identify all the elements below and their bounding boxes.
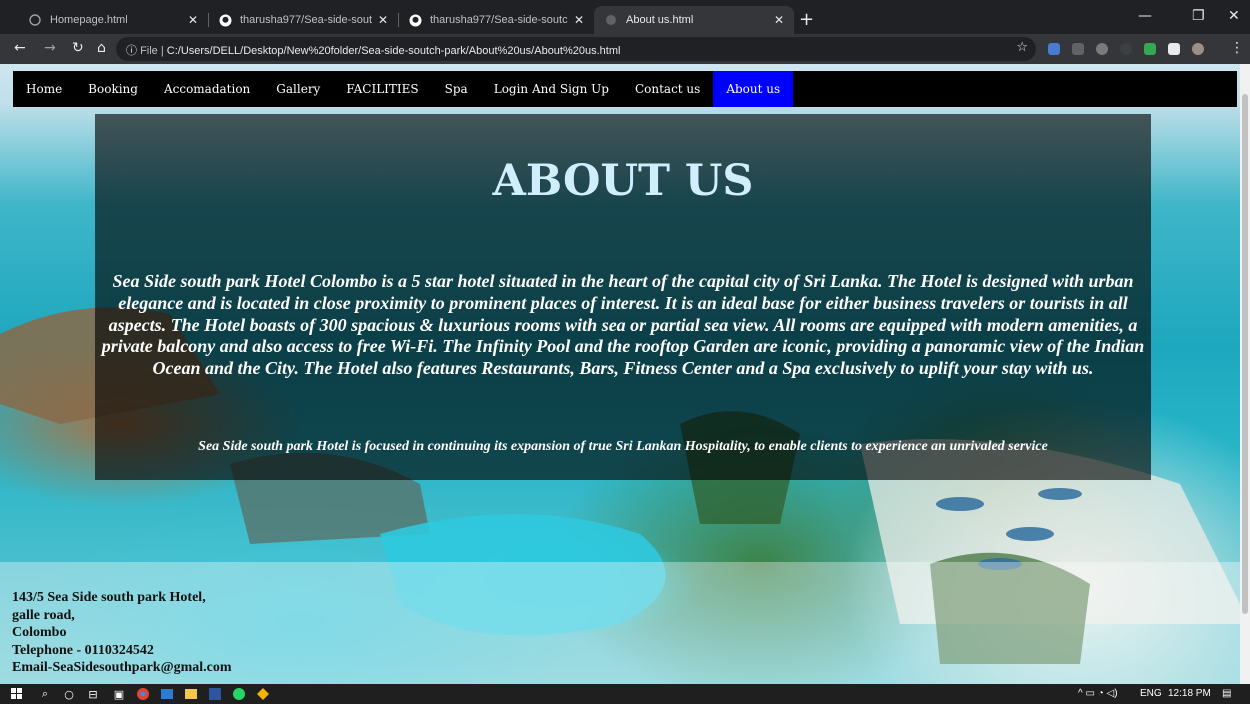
- about-description: Sea Side south park Hotel Colombo is a 5…: [101, 271, 1145, 379]
- windows-taskbar: ⌕ ○ ⊟ ▣ ^ ▭ ◔ ◁) ENG 12:18 PM ▤: [0, 684, 1250, 704]
- address-bar[interactable]: ⓘ File | C:/Users/DELL/Desktop/New%20fol…: [116, 37, 1036, 61]
- telephone: Telephone - 0110324542: [12, 642, 154, 658]
- nav-contact-us[interactable]: Contact us: [622, 71, 713, 107]
- nav-accomadation[interactable]: Accomadation: [151, 71, 263, 107]
- github-icon: [408, 13, 422, 27]
- page-icon: [28, 13, 42, 27]
- windows-start-icon[interactable]: [10, 687, 24, 701]
- nav-home[interactable]: Home: [13, 71, 75, 107]
- extension-icon[interactable]: [1120, 43, 1132, 55]
- extension-icon[interactable]: [1048, 43, 1060, 55]
- info-icon: ⓘ: [126, 45, 137, 57]
- scrollbar[interactable]: [1240, 64, 1250, 684]
- tab-title: tharusha977/Sea-side-soutch-pa: [430, 14, 568, 26]
- close-icon[interactable]: ✕: [378, 13, 388, 27]
- mail-icon[interactable]: [160, 687, 174, 701]
- site-navbar: Home Booking Accomadation Gallery FACILI…: [13, 71, 1237, 107]
- store-icon[interactable]: ▣: [112, 687, 126, 701]
- address-line: 143/5 Sea Side south park Hotel,: [12, 590, 206, 605]
- minimize-icon[interactable]: —: [1138, 8, 1152, 24]
- tab-title: tharusha977/Sea-side-soutch-pa: [240, 14, 372, 26]
- cortana-icon[interactable]: ○: [62, 687, 76, 701]
- avatar[interactable]: [1192, 43, 1204, 55]
- url-separator: |: [160, 45, 164, 57]
- chrome-icon[interactable]: [136, 687, 150, 701]
- github-icon: [218, 13, 232, 27]
- forward-icon[interactable]: →: [44, 40, 56, 56]
- extension-icon[interactable]: [1096, 43, 1108, 55]
- nav-login-signup[interactable]: Login And Sign Up: [481, 71, 622, 107]
- nav-gallery[interactable]: Gallery: [263, 71, 333, 107]
- tab-title: Homepage.html: [50, 14, 128, 26]
- puzzle-icon[interactable]: [1168, 43, 1180, 55]
- maximize-icon[interactable]: ❐: [1192, 8, 1205, 24]
- close-icon[interactable]: ✕: [574, 13, 584, 27]
- address-line: Colombo: [12, 625, 67, 640]
- app-icon[interactable]: [256, 687, 270, 701]
- nav-facilities[interactable]: FACILITIES: [333, 71, 431, 107]
- browser-tab-strip: Homepage.html ✕ tharusha977/Sea-side-sou…: [0, 0, 1250, 34]
- address-line: galle road,: [12, 607, 75, 623]
- footer-panel: 143/5 Sea Side south park Hotel, galle r…: [0, 562, 1250, 684]
- about-panel: ABOUT US Sea Side south park Hotel Colom…: [95, 114, 1151, 480]
- extension-icon[interactable]: [1144, 43, 1156, 55]
- about-focus-statement: Sea Side south park Hotel is focused in …: [198, 439, 1048, 454]
- notification-icon[interactable]: ▤: [1222, 688, 1231, 699]
- contact-info: 143/5 Sea Side south park Hotel, galle r…: [12, 589, 232, 677]
- url-path: C:/Users/DELL/Desktop/New%20folder/Sea-s…: [166, 45, 621, 57]
- language-indicator[interactable]: ENG: [1140, 688, 1162, 699]
- close-icon[interactable]: ✕: [188, 13, 198, 27]
- tab-github-1[interactable]: tharusha977/Sea-side-soutch-pa ✕: [208, 6, 398, 34]
- star-icon[interactable]: ☆: [1016, 40, 1028, 55]
- tab-about-us[interactable]: About us.html ✕: [594, 6, 794, 34]
- url-scheme: File: [140, 45, 158, 57]
- scrollbar-thumb[interactable]: [1242, 94, 1248, 614]
- back-icon[interactable]: ←: [14, 40, 26, 56]
- close-window-icon[interactable]: ✕: [1228, 8, 1240, 24]
- whatsapp-icon[interactable]: [232, 687, 246, 701]
- nav-booking[interactable]: Booking: [75, 71, 151, 107]
- page-icon: [604, 13, 618, 27]
- tab-github-2[interactable]: tharusha977/Sea-side-soutch-pa ✕: [398, 6, 594, 34]
- new-tab-button[interactable]: +: [799, 9, 814, 30]
- nav-about-us[interactable]: About us: [713, 71, 794, 107]
- tab-homepage[interactable]: Homepage.html ✕: [18, 6, 208, 34]
- tray-icons[interactable]: ^ ▭ ◔ ◁): [1078, 688, 1118, 699]
- close-icon[interactable]: ✕: [774, 13, 784, 27]
- home-icon[interactable]: ⌂: [97, 40, 106, 56]
- web-page: Home Booking Accomadation Gallery FACILI…: [0, 64, 1250, 684]
- extension-icon[interactable]: [1072, 43, 1084, 55]
- nav-spa[interactable]: Spa: [432, 71, 481, 107]
- menu-icon[interactable]: ⋮: [1230, 40, 1244, 56]
- reload-icon[interactable]: ↻: [72, 40, 84, 56]
- browser-toolbar: ← → ↻ ⌂ ⓘ File | C:/Users/DELL/Desktop/N…: [0, 34, 1250, 64]
- email: Email-SeaSidesouthpark@gmal.com: [12, 660, 232, 675]
- search-icon[interactable]: ⌕: [38, 687, 52, 701]
- word-icon[interactable]: [208, 687, 222, 701]
- file-explorer-icon[interactable]: [184, 687, 198, 701]
- task-view-icon[interactable]: ⊟: [86, 687, 100, 701]
- clock[interactable]: 12:18 PM: [1168, 688, 1211, 699]
- tab-title: About us.html: [626, 14, 694, 26]
- address-text: ⓘ File | C:/Users/DELL/Desktop/New%20fol…: [126, 42, 620, 58]
- page-title: ABOUT US: [492, 156, 754, 206]
